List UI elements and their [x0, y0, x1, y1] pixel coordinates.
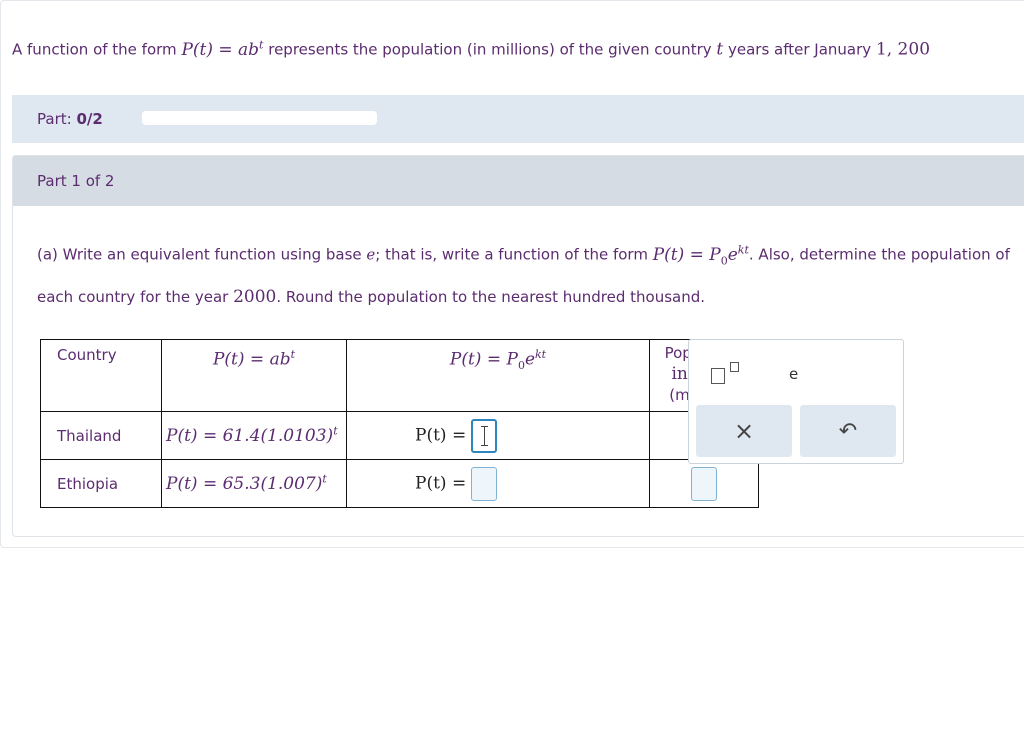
- p0-input-cell: P(t) =: [346, 411, 650, 460]
- header-country: Country: [40, 339, 162, 412]
- part-label: Part: 0/2: [37, 110, 103, 128]
- question-text: (a) Write an equivalent function using b…: [37, 243, 1010, 308]
- table-row: Ethiopia P(t) = 65.3(1.007)t P(t) =: [40, 459, 759, 508]
- section-header: Part 1 of 2: [13, 156, 1024, 206]
- pop-cell: [649, 459, 759, 508]
- part-value: 0/2: [76, 110, 103, 128]
- section-title: Part 1 of 2: [37, 172, 115, 190]
- part-progress-bar: Part: 0/2: [12, 95, 1024, 143]
- ab-function: P(t) = 61.4(1.0103)t: [161, 411, 347, 460]
- undo-button[interactable]: ↶: [800, 405, 896, 457]
- ethiopia-population-input[interactable]: [691, 466, 717, 501]
- problem-card: A function of the form P(t) = abt repres…: [0, 0, 1024, 548]
- header-ab-form: P(t) = abt: [161, 339, 347, 412]
- question-form: P(t) = P0ekt: [652, 243, 749, 268]
- e-constant-button[interactable]: e: [789, 365, 798, 383]
- exponent-box-icon: [730, 362, 739, 372]
- header-p0-form: P(t) = P0ekt: [346, 339, 650, 412]
- country-name: Thailand: [40, 411, 162, 460]
- thailand-function-input[interactable]: [470, 418, 497, 453]
- base-box-icon: [711, 368, 725, 384]
- undo-icon: ↶: [838, 418, 858, 444]
- text-cursor: [480, 425, 488, 446]
- intro-formula: P(t) = abt: [181, 38, 264, 60]
- ethiopia-function-input[interactable]: [470, 466, 497, 501]
- p0-input-cell: P(t) =: [346, 459, 650, 508]
- clear-button[interactable]: ×: [696, 405, 792, 457]
- close-icon: ×: [733, 417, 755, 445]
- ab-function: P(t) = 65.3(1.007)t: [161, 459, 347, 508]
- country-name: Ethiopia: [40, 459, 162, 508]
- math-keypad: e × ↶: [688, 339, 904, 464]
- exponent-template-button[interactable]: [711, 362, 745, 386]
- table-row: Thailand P(t) = 61.4(1.0103)t P(t) =: [40, 411, 759, 460]
- population-table: Country P(t) = abt P(t) = P0ekt Populati…: [40, 339, 759, 508]
- intro-text: A function of the form P(t) = abt repres…: [12, 38, 931, 60]
- progress-track: [142, 111, 377, 125]
